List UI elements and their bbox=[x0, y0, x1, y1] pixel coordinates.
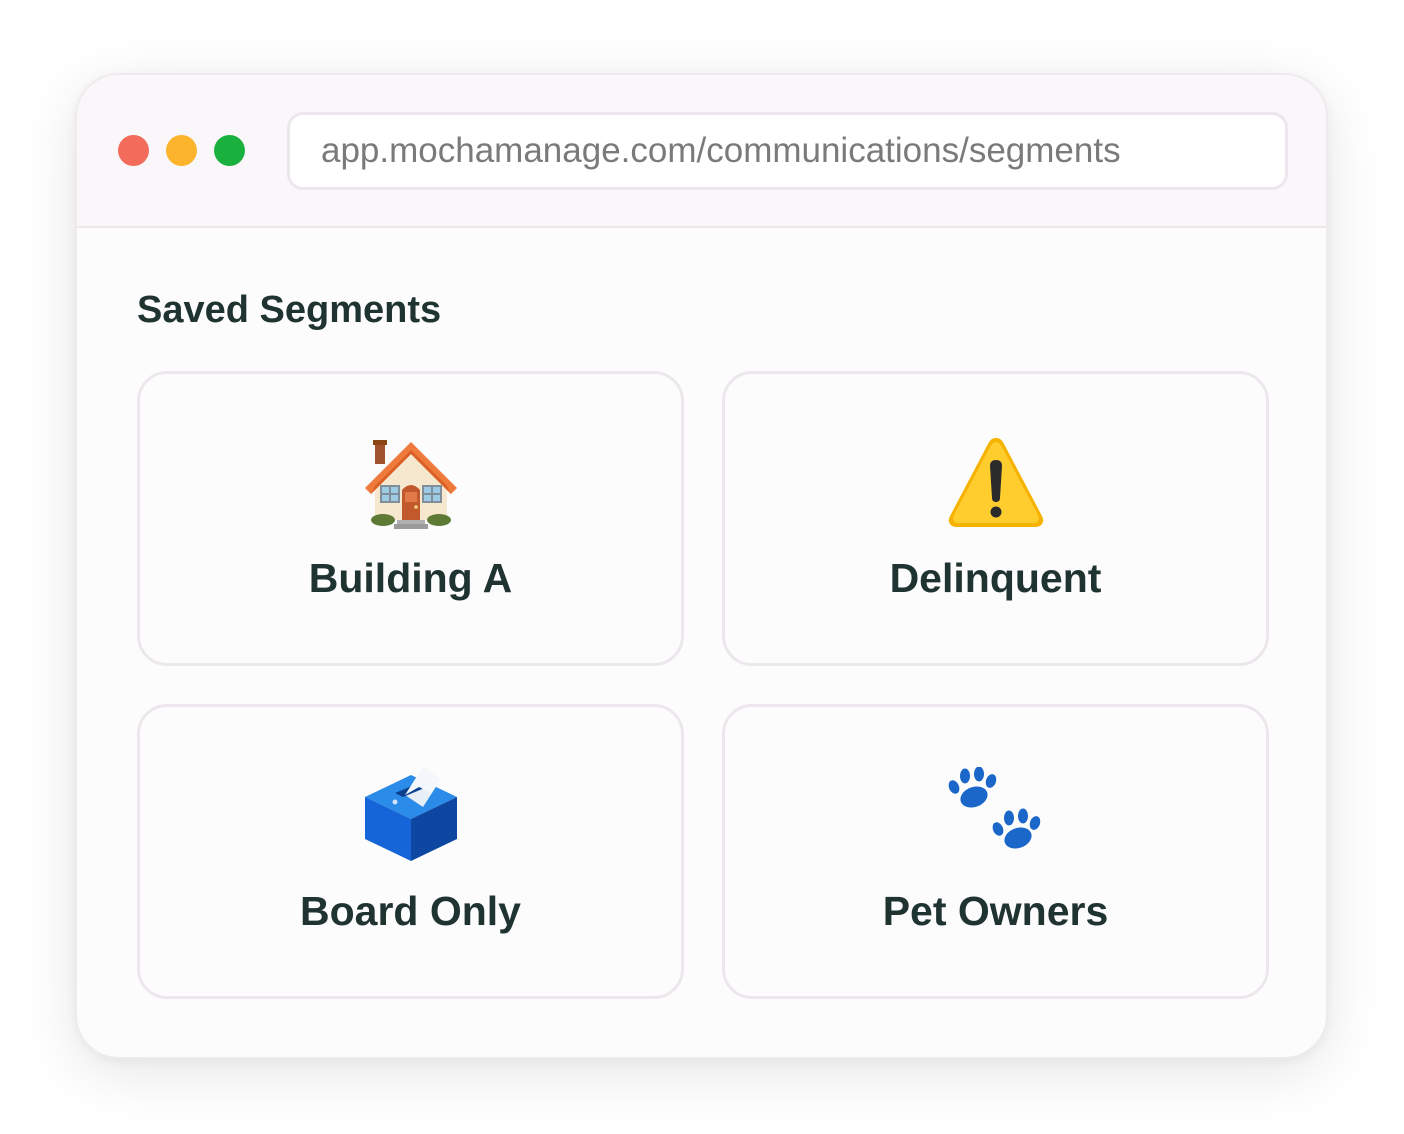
url-text: app.mochamanage.com/communications/segme… bbox=[321, 131, 1121, 170]
browser-window: app.mochamanage.com/communications/segme… bbox=[75, 73, 1328, 1059]
page-title: Saved Segments bbox=[137, 289, 442, 331]
house-icon bbox=[140, 432, 681, 532]
segment-card-building-a[interactable]: Building A bbox=[137, 371, 684, 666]
segment-label: Pet Owners bbox=[882, 888, 1109, 934]
segment-label: Board Only bbox=[300, 888, 521, 934]
warning-icon bbox=[725, 432, 1266, 532]
segment-card-pet-owners[interactable]: Pet Owners bbox=[722, 704, 1269, 999]
address-bar[interactable]: app.mochamanage.com/communications/segme… bbox=[287, 112, 1288, 190]
segment-card-board-only[interactable]: Board Only bbox=[137, 704, 684, 999]
ballot-box-icon bbox=[140, 765, 681, 865]
browser-titlebar: app.mochamanage.com/communications/segme… bbox=[77, 75, 1326, 228]
maximize-window-button[interactable] bbox=[214, 135, 245, 166]
close-window-button[interactable] bbox=[118, 135, 149, 166]
paw-prints-icon bbox=[725, 765, 1266, 865]
segment-label: Delinquent bbox=[889, 555, 1102, 601]
minimize-window-button[interactable] bbox=[166, 135, 197, 166]
segment-label: Building A bbox=[308, 555, 513, 601]
segment-card-delinquent[interactable]: Delinquent bbox=[722, 371, 1269, 666]
